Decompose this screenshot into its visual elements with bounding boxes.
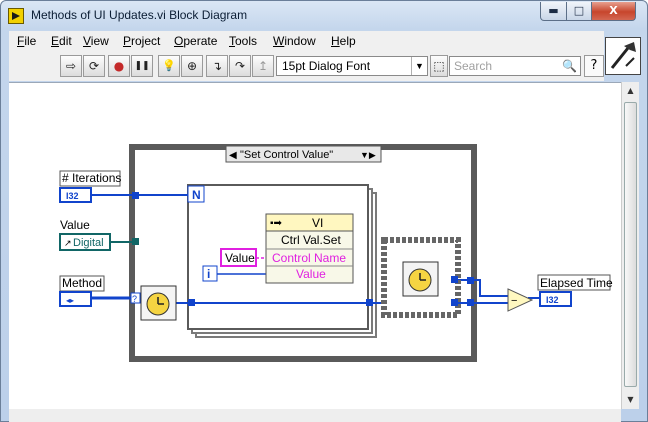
case-selector-terminal-label: ? [132,294,137,304]
method-label: Method [62,276,102,290]
loop-index-label: i [207,267,210,281]
iterations-type: I32 [66,191,79,201]
block-diagram: ◀ "Set Control Value" ▼▶ N i ? # Iterati… [59,144,613,362]
enum-icon: ◂▸ [66,296,74,305]
reference-arrow-icon: ▪➡ [270,218,283,229]
invoke-method: Ctrl Val.Set [281,233,341,247]
case-selector-label: "Set Control Value" [240,149,333,161]
loop-count-label: N [192,188,201,202]
value-label: Value [60,218,90,232]
invoke-input-value: Value [296,267,326,281]
case-next-arrow[interactable]: ▼▶ [360,150,376,160]
for-loop-in-tunnel[interactable] [188,299,195,306]
end-time-wire[interactable] [458,279,508,297]
start-time-tunnel[interactable] [467,299,474,306]
elapsed-label: Elapsed Time [540,276,613,290]
subtract-symbol: − [511,295,517,307]
iterations-label: # Iterations [62,171,121,185]
elapsed-type: I32 [546,295,559,305]
string-constant-value: Value [225,251,255,265]
end-time-tunnel[interactable] [467,277,474,284]
reference-icon: ↗ [64,238,72,248]
method-enum-control[interactable] [59,291,92,307]
invoke-input-control-name: Control Name [272,251,346,265]
for-loop-out-tunnel[interactable] [366,299,373,306]
iterations-tunnel[interactable] [132,192,139,199]
reference-tunnel[interactable] [132,238,139,245]
case-prev-arrow[interactable]: ◀ [229,150,237,161]
sequence-out-tunnel[interactable] [451,276,458,283]
value-reference-label: Digital [73,237,104,249]
invoke-node-class: VI [312,216,323,230]
sequence-pass-tunnel[interactable] [451,299,458,306]
